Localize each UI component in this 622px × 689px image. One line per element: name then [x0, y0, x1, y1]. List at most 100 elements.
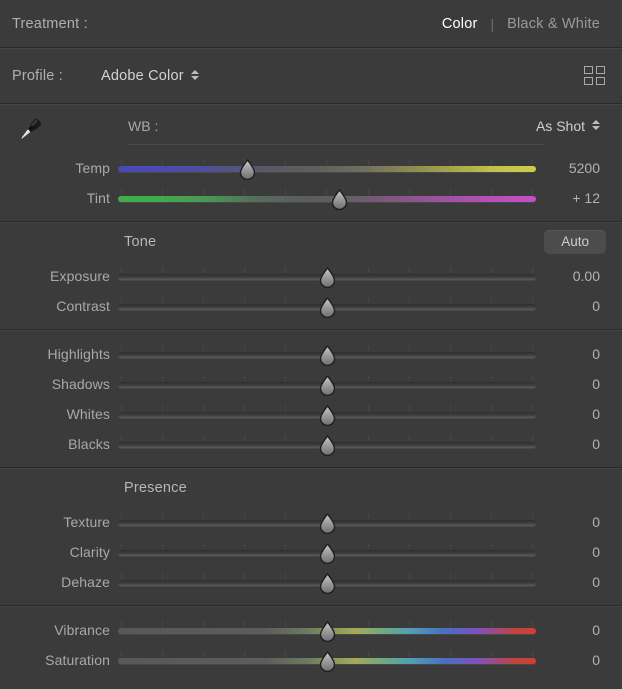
slider-blacks[interactable] — [118, 429, 536, 459]
presence-slider-list: Texture 0 Clarity 0 Dehaze 0 — [0, 507, 622, 597]
slider-handle-tint[interactable] — [330, 188, 349, 211]
eyedropper-icon[interactable] — [12, 113, 48, 147]
slider-clarity[interactable] — [118, 537, 536, 567]
presence-title: Presence — [124, 480, 187, 496]
slider-label-blacks: Blacks — [68, 436, 110, 452]
treatment-label: Treatment : — [12, 15, 88, 32]
slider-handle-exposure[interactable] — [318, 266, 337, 289]
slider-handle-shadows[interactable] — [318, 374, 337, 397]
slider-handle-contrast[interactable] — [318, 296, 337, 319]
slider-label-texture: Texture — [63, 514, 110, 530]
slider-label-dehaze: Dehaze — [61, 574, 110, 590]
slider-ticks — [121, 159, 533, 165]
auto-button[interactable]: Auto — [544, 230, 606, 254]
slider-contrast[interactable] — [118, 291, 536, 321]
slider-value-highlights[interactable]: 0 — [536, 346, 622, 362]
wb-preset-value[interactable]: As Shot — [536, 118, 585, 134]
slider-label-vibrance: Vibrance — [54, 622, 110, 638]
wb-slider-list: Temp 5200 Tint + 12 — [0, 153, 622, 213]
slider-value-contrast[interactable]: 0 — [536, 298, 622, 314]
white-balance-section: WB : As Shot Temp 5200 Tint + 12 — [0, 105, 622, 221]
tone-header-row: Tone Auto — [0, 223, 622, 261]
slider-vibrance[interactable] — [118, 615, 536, 645]
slider-row-temp: Temp 5200 — [0, 153, 622, 183]
slider-value-texture[interactable]: 0 — [536, 514, 622, 530]
slider-tint[interactable] — [118, 183, 536, 213]
slider-row-contrast: Contrast 0 — [0, 291, 622, 321]
slider-value-whites[interactable]: 0 — [536, 406, 622, 422]
slider-handle-temp[interactable] — [238, 158, 257, 181]
presence-header-row: Presence — [0, 469, 622, 507]
grid-icon[interactable] — [584, 66, 606, 86]
slider-saturation[interactable] — [118, 645, 536, 675]
slider-value-exposure[interactable]: 0.00 — [536, 268, 622, 284]
slider-handle-saturation[interactable] — [318, 650, 337, 673]
slider-exposure[interactable] — [118, 261, 536, 291]
slider-handle-whites[interactable] — [318, 404, 337, 427]
slider-row-saturation: Saturation 0 — [0, 645, 622, 675]
slider-row-tint: Tint + 12 — [0, 183, 622, 213]
slider-handle-vibrance[interactable] — [318, 620, 337, 643]
slider-label-exposure: Exposure — [50, 268, 110, 284]
slider-label-highlights: Highlights — [47, 346, 110, 362]
slider-highlights[interactable] — [118, 339, 536, 369]
slider-row-highlights: Highlights 0 — [0, 339, 622, 369]
slider-whites[interactable] — [118, 399, 536, 429]
slider-handle-clarity[interactable] — [318, 542, 337, 565]
profile-value[interactable]: Adobe Color — [101, 68, 184, 84]
slider-handle-texture[interactable] — [318, 512, 337, 535]
slider-handle-blacks[interactable] — [318, 434, 337, 457]
profile-label: Profile : — [12, 68, 63, 84]
slider-row-whites: Whites 0 — [0, 399, 622, 429]
slider-value-tint[interactable]: + 12 — [536, 190, 622, 206]
tone-detail-slider-list: Highlights 0 Shadows 0 Whites 0 Blacks 0 — [0, 339, 622, 459]
tone-slider-list: Exposure 0.00 Contrast 0 — [0, 261, 622, 321]
slider-shadows[interactable] — [118, 369, 536, 399]
slider-value-temp[interactable]: 5200 — [536, 160, 622, 176]
slider-label-shadows: Shadows — [51, 376, 110, 392]
slider-handle-dehaze[interactable] — [318, 572, 337, 595]
tone-title: Tone — [124, 234, 157, 250]
slider-value-saturation[interactable]: 0 — [536, 652, 622, 668]
slider-value-clarity[interactable]: 0 — [536, 544, 622, 560]
slider-track[interactable] — [118, 166, 536, 172]
chevron-updown-icon[interactable] — [190, 70, 199, 80]
profile-row: Profile : Adobe Color — [0, 49, 622, 103]
slider-temp[interactable] — [118, 153, 536, 183]
slider-value-vibrance[interactable]: 0 — [536, 622, 622, 638]
treatment-option-color[interactable]: Color — [442, 16, 478, 32]
tone-detail-section: Highlights 0 Shadows 0 Whites 0 Blacks 0 — [0, 331, 622, 467]
slider-label-temp: Temp — [75, 160, 110, 176]
slider-value-dehaze[interactable]: 0 — [536, 574, 622, 590]
slider-handle-highlights[interactable] — [318, 344, 337, 367]
treatment-option-black-and-white[interactable]: Black & White — [507, 16, 600, 32]
slider-row-exposure: Exposure 0.00 — [0, 261, 622, 291]
slider-row-dehaze: Dehaze 0 — [0, 567, 622, 597]
wb-label: WB : — [128, 118, 159, 134]
slider-row-clarity: Clarity 0 — [0, 537, 622, 567]
slider-track[interactable] — [118, 196, 536, 202]
tone-section: Tone Auto Exposure 0.00 Contrast 0 — [0, 223, 622, 329]
slider-value-shadows[interactable]: 0 — [536, 376, 622, 392]
slider-texture[interactable] — [118, 507, 536, 537]
slider-value-blacks[interactable]: 0 — [536, 436, 622, 452]
chevron-updown-icon[interactable] — [592, 120, 600, 130]
treatment-separator: | — [490, 15, 495, 32]
slider-dehaze[interactable] — [118, 567, 536, 597]
slider-label-clarity: Clarity — [69, 544, 110, 560]
color-mix-section: Vibrance 0 Saturation 0 — [0, 607, 622, 675]
slider-row-blacks: Blacks 0 — [0, 429, 622, 459]
color-mix-slider-list: Vibrance 0 Saturation 0 — [0, 615, 622, 675]
presence-section: Presence Texture 0 Clarity 0 Dehaze 0 — [0, 469, 622, 605]
slider-ticks — [121, 189, 533, 195]
treatment-row: Treatment : Color | Black & White — [0, 0, 622, 47]
slider-row-vibrance: Vibrance 0 — [0, 615, 622, 645]
slider-label-saturation: Saturation — [45, 652, 110, 668]
